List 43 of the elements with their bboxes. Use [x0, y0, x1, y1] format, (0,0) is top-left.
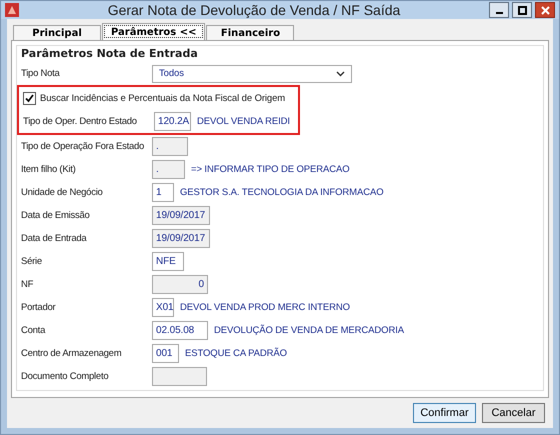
field-label: Centro de Armazenagem — [21, 348, 122, 359]
field-description: DEVOLUÇÃO DE VENDA DE MERCADORIA — [214, 325, 404, 336]
field-description: => INFORMAR TIPO DE OPERACAO — [191, 164, 350, 175]
field-description: DEVOL VENDA PROD MERC INTERNO — [180, 302, 350, 313]
checkbox[interactable] — [23, 92, 36, 105]
input-field[interactable]: 02.05.08 — [152, 321, 208, 340]
app-logo-icon — [5, 3, 19, 17]
checkbox-label: Buscar Incidências e Percentuais da Nota Fiscal de Origem — [40, 93, 286, 104]
tipo-nota-dropdown[interactable]: Todos — [152, 64, 352, 82]
field-label: Data de Emissão — [21, 210, 91, 221]
field-label: Série — [21, 256, 43, 267]
window-title: Gerar Nota de Devolução de Venda / NF Saída — [106, 2, 402, 18]
group-title: Parâmetros Nota de Entrada — [21, 47, 199, 60]
cancel-button[interactable]: Cancelar — [482, 403, 545, 423]
close-button[interactable] — [535, 2, 555, 18]
field-label: Tipo Nota — [21, 68, 61, 79]
field-label: Tipo de Operação Fora Estado — [21, 141, 146, 152]
field-label: Item filho (Kit) — [21, 164, 77, 175]
minimize-button[interactable] — [489, 2, 509, 18]
close-icon — [540, 6, 550, 14]
tab[interactable]: Principal — [13, 25, 101, 40]
field-label: NF — [21, 279, 34, 290]
field-description: ESTOQUE CA PADRÃO — [185, 348, 287, 359]
field-label: Tipo de Oper. Dentro Estado — [23, 116, 138, 127]
maximize-icon — [518, 6, 526, 14]
tab[interactable]: Parâmetros << — [102, 23, 206, 40]
field-description: DEVOL VENDA REIDI — [197, 116, 290, 127]
minimize-icon — [496, 12, 502, 14]
tab[interactable]: Financeiro — [206, 25, 294, 40]
input-field[interactable]: X01 — [152, 298, 174, 317]
input-field[interactable]: 120.2A — [154, 112, 191, 131]
field-label: Unidade de Negócio — [21, 187, 104, 198]
field-label: Conta — [21, 325, 46, 336]
field-label: Data de Entrada — [21, 233, 88, 244]
input-field[interactable]: NFE — [152, 252, 184, 271]
input-field[interactable]: 001 — [152, 344, 179, 363]
input-field[interactable]: 1 — [152, 183, 174, 202]
caret-icon — [336, 70, 345, 76]
field-label: Documento Completo — [21, 371, 110, 382]
field-label: Portador — [21, 302, 56, 313]
field-description: GESTOR S.A. TECNOLOGIA DA INFORMACAO — [180, 187, 384, 198]
confirm-button[interactable]: Confirmar — [413, 403, 476, 423]
maximize-button[interactable] — [512, 2, 532, 18]
